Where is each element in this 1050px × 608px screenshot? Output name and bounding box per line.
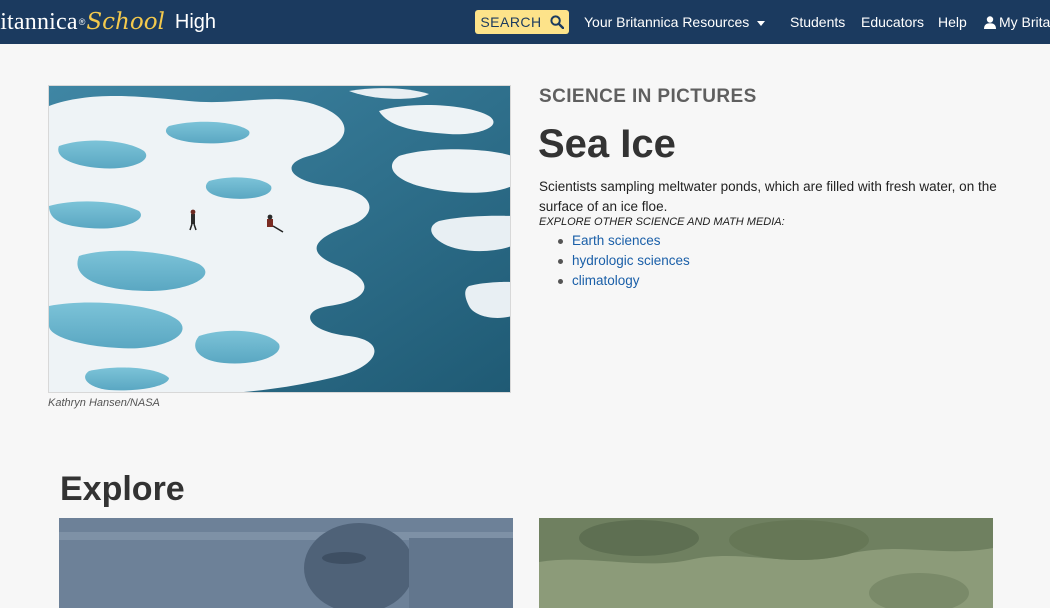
search-button[interactable]: SEARCH bbox=[475, 10, 569, 34]
brand-level: High bbox=[174, 10, 217, 33]
nav-resources-label: Your Britannica Resources bbox=[584, 14, 750, 30]
explore-card-1-image bbox=[59, 518, 513, 608]
brand-school: School bbox=[86, 9, 165, 35]
explore-heading: Explore bbox=[60, 470, 185, 508]
page-title: Sea Ice bbox=[538, 122, 676, 166]
search-button-label: SEARCH bbox=[480, 14, 542, 30]
list-item: climatology bbox=[556, 271, 690, 291]
list-item: Earth sciences bbox=[556, 231, 690, 251]
search-icon bbox=[550, 15, 564, 29]
registered-mark: ® bbox=[78, 17, 86, 27]
nav-help[interactable]: Help bbox=[938, 0, 967, 44]
link-climatology[interactable]: climatology bbox=[572, 273, 640, 288]
explore-card-2[interactable] bbox=[539, 518, 993, 608]
nav-account-label: My Brita bbox=[999, 14, 1050, 30]
nav-my-britannica[interactable]: My Brita bbox=[984, 0, 1050, 44]
related-media-list: Earth sciences hydrologic sciences clima… bbox=[556, 231, 690, 291]
caret-down-icon bbox=[757, 20, 766, 26]
link-hydrologic-sciences[interactable]: hydrologic sciences bbox=[572, 253, 690, 268]
user-icon bbox=[984, 16, 996, 29]
nav-students[interactable]: Students bbox=[790, 0, 845, 44]
explore-card-2-image bbox=[539, 518, 993, 608]
brand-name: ritannica bbox=[0, 8, 78, 35]
list-item: hydrologic sciences bbox=[556, 251, 690, 271]
britannica-school-logo[interactable]: ritannica ® School High bbox=[0, 0, 216, 44]
sea-ice-illustration bbox=[49, 86, 510, 392]
explore-media-label: EXPLORE OTHER SCIENCE AND MATH MEDIA: bbox=[539, 216, 785, 228]
top-navigation-bar: ritannica ® School High SEARCH Your Britann… bbox=[0, 0, 1050, 44]
link-earth-sciences[interactable]: Earth sciences bbox=[572, 233, 661, 248]
nav-educators[interactable]: Educators bbox=[861, 0, 924, 44]
nav-your-britannica-resources[interactable]: Your Britannica Resources bbox=[584, 0, 766, 44]
explore-card-1[interactable] bbox=[59, 518, 513, 608]
photo-credit: Kathryn Hansen/NASA bbox=[48, 397, 160, 409]
image-caption: Scientists sampling meltwater ponds, whi… bbox=[539, 179, 997, 214]
sea-ice-photo[interactable] bbox=[48, 85, 511, 393]
section-eyebrow: SCIENCE IN PICTURES bbox=[539, 86, 757, 107]
